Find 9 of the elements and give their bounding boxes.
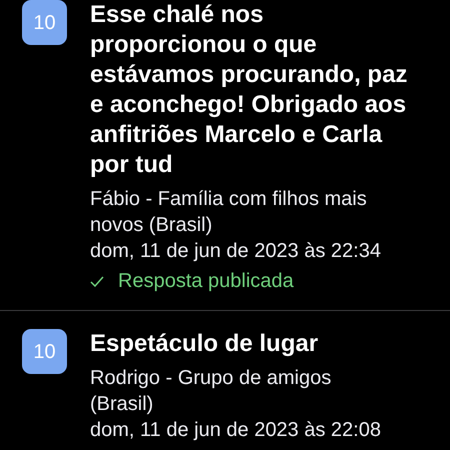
review-date: dom, 11 de jun de 2023 às 22:08	[90, 418, 382, 443]
response-status: Resposta publicada	[118, 269, 294, 294]
review-title: Esse chalé nos proporcionou o que estávamos procurando, paz e aconchego! Obrigado aos anfitriões Marcelo e Carla por tud	[90, 0, 408, 180]
reviewer-info: Rodrigo - Grupo de amigos (Brasil)	[90, 366, 332, 417]
review-date: dom, 11 de jun de 2023 às 22:34	[90, 239, 382, 264]
reviewer-info: Fábio - Família com filhos mais novos (Brasil)	[90, 187, 368, 238]
score-badge: 10	[22, 329, 67, 374]
score-badge: 10	[22, 0, 67, 45]
review-title: Espetáculo de lugar	[90, 329, 320, 359]
